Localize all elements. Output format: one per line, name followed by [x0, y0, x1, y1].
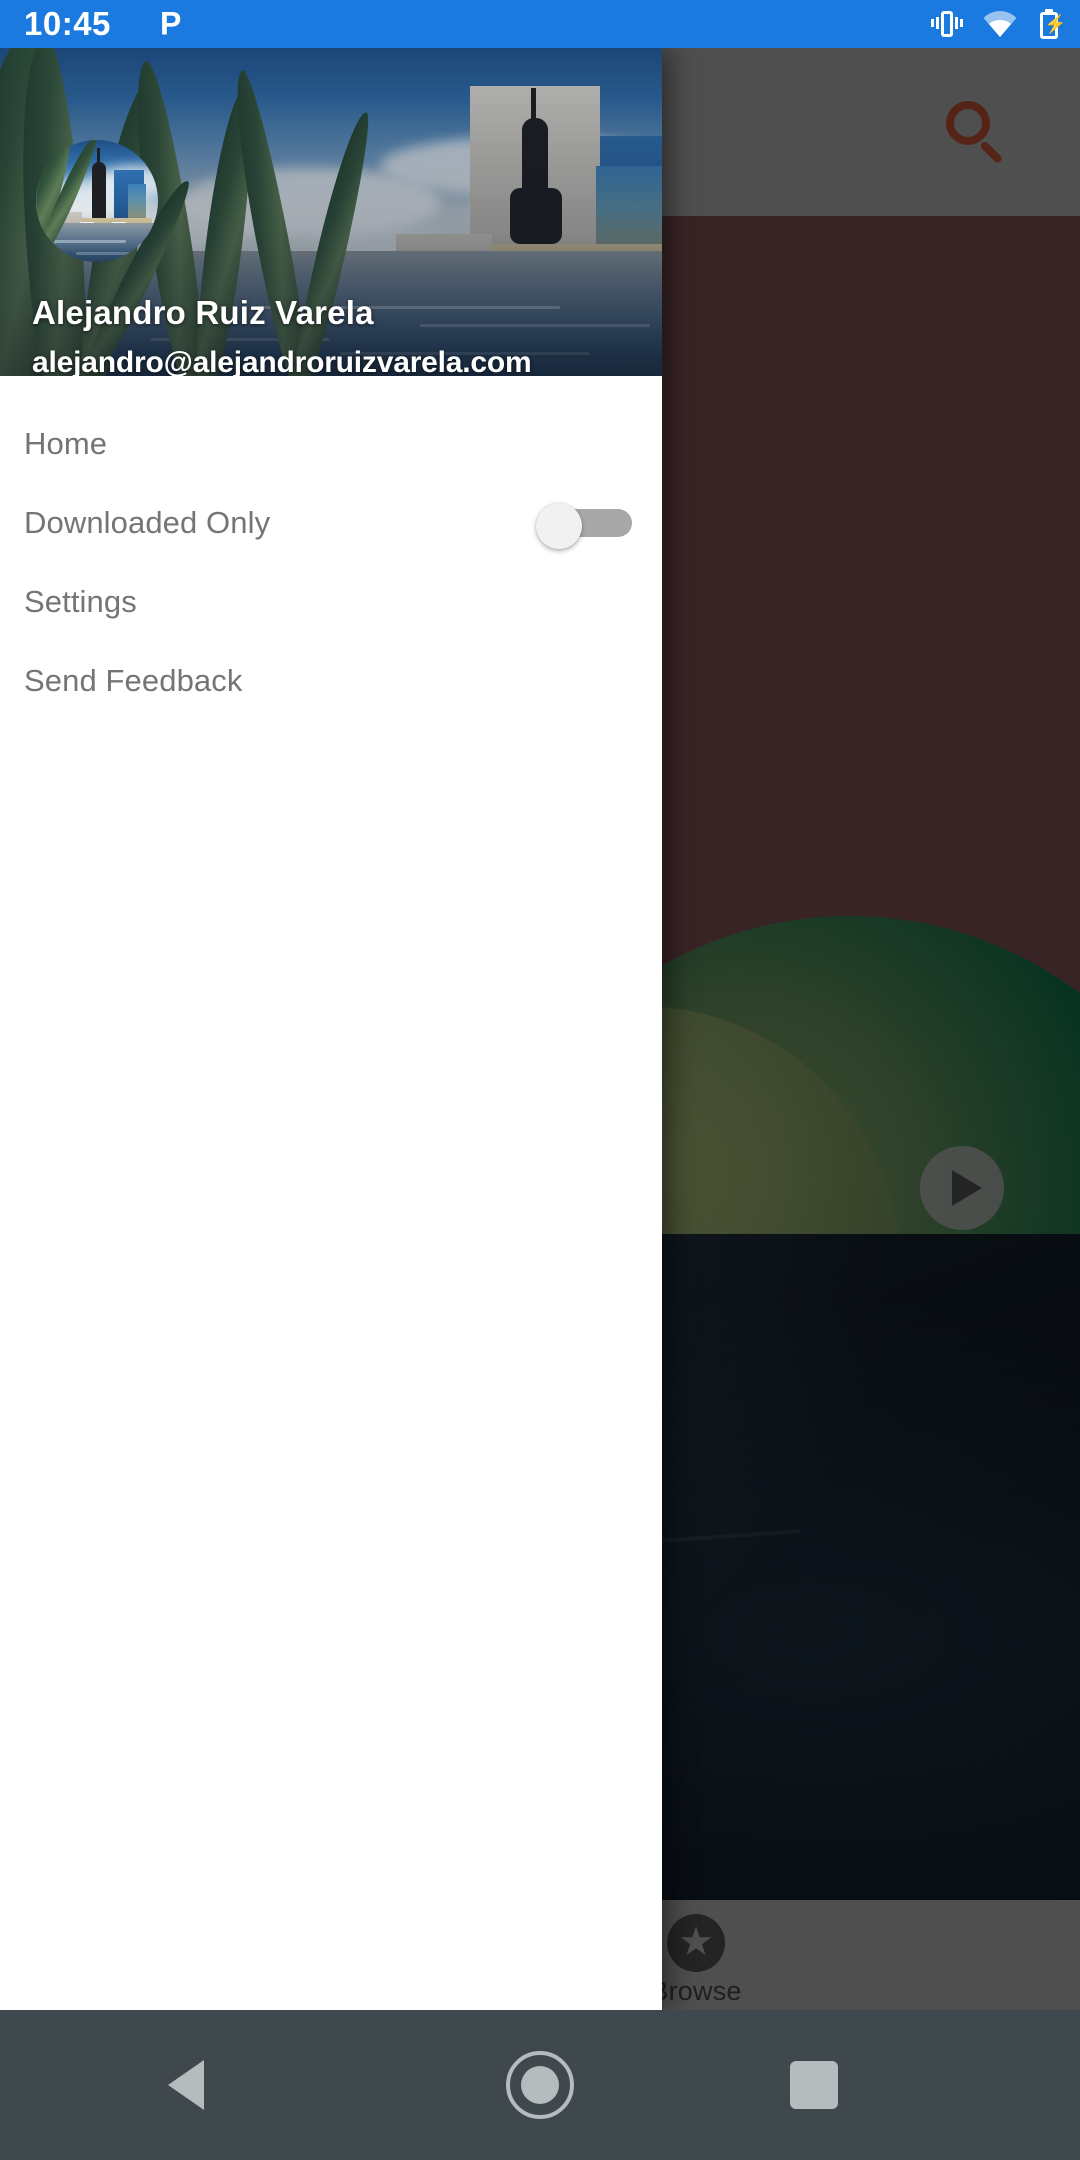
- toggle-thumb: [536, 502, 582, 549]
- drawer-item-label: Send Feedback: [24, 662, 243, 698]
- status-bar-icons: ⚡: [931, 0, 1066, 48]
- battery-charging-icon: ⚡: [1040, 9, 1066, 39]
- status-bar: 10:45 P ⚡: [0, 0, 1080, 48]
- recents-square-icon[interactable]: [790, 2061, 838, 2109]
- vibrate-icon: [931, 9, 963, 39]
- downloaded-only-toggle[interactable]: [536, 502, 632, 549]
- drawer-item-downloaded-only[interactable]: Downloaded Only: [0, 483, 662, 562]
- system-navigation-bar: [0, 2010, 1080, 2160]
- drawer-header: Alejandro Ruiz Varela alejandro@alejandr…: [0, 48, 662, 376]
- home-circle-icon[interactable]: [506, 2051, 574, 2119]
- profile-email: alejandro@alejandroruizvarela.com: [32, 346, 532, 376]
- notification-app-icon: P: [160, 5, 182, 42]
- drawer-item-label: Downloaded Only: [24, 504, 271, 540]
- phone-screen: ★ Browse 10:45 P ⚡ Alejandro Ruiz Varela…: [0, 0, 1080, 2160]
- drawer-item-home[interactable]: Home: [0, 404, 662, 483]
- profile-name: Alejandro Ruiz Varela: [32, 294, 374, 331]
- drawer-item-settings[interactable]: Settings: [0, 562, 662, 641]
- status-bar-clock: 10:45: [24, 5, 111, 42]
- wifi-icon: [982, 10, 1018, 38]
- avatar[interactable]: [36, 140, 158, 262]
- drawer-item-label: Home: [24, 425, 108, 461]
- drawer-item-label: Settings: [24, 583, 137, 619]
- drawer-menu-list: Home Downloaded Only Settings Send Feedb…: [0, 376, 662, 720]
- drawer-item-send-feedback[interactable]: Send Feedback: [0, 641, 662, 720]
- back-triangle-icon[interactable]: [168, 2060, 204, 2110]
- navigation-drawer[interactable]: Alejandro Ruiz Varela alejandro@alejandr…: [0, 48, 662, 2010]
